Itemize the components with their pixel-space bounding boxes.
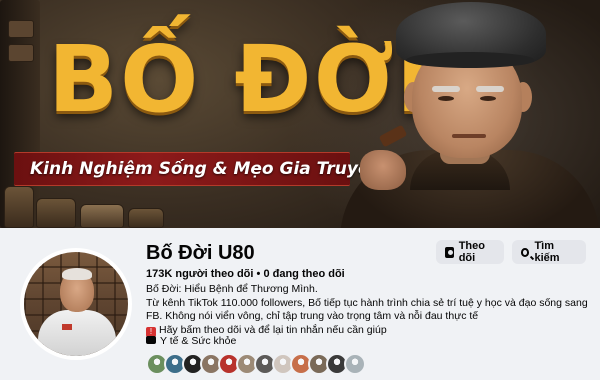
follow-button[interactable]: Theo dõi [436,240,504,264]
follow-button-label: Theo dõi [458,240,485,264]
bio-line: FB. Không nói viển vông, chỉ tập trung v… [146,310,479,322]
drawer-decoration [8,20,34,38]
old-man-portrait [340,0,600,228]
category-icon [146,336,156,344]
page-title: Bố Đời U80 [146,242,255,264]
profile-avatar[interactable] [20,248,132,360]
bio-line: Từ kênh TikTok 110.000 followers, Bố tiế… [146,296,588,309]
search-button[interactable]: Tìm kiếm [512,240,586,264]
follower-avatars [146,353,366,375]
page-category: Y tế & Sức khỏe [146,335,236,347]
search-icon [521,247,530,257]
drawer-decoration [8,44,34,62]
stats-separator: • [253,268,264,280]
following-count[interactable]: 0 đang theo dõi [263,268,344,280]
page-bio: Bố Đời: Hiểu Bệnh để Thương Mình. Từ kên… [146,283,596,337]
bio-line: Hãy bấm theo dõi và để lại tin nhắn nếu … [159,323,387,336]
bio-line: Bố Đời: Hiểu Bệnh để Thương Mình. [146,283,318,295]
follower-avatar[interactable] [344,353,366,375]
category-label[interactable]: Y tế & Sức khỏe [160,335,236,347]
follow-stats: 173K người theo dõi • 0 đang theo dõi [146,268,345,280]
follow-icon [445,246,454,258]
search-button-label: Tìm kiếm [534,240,560,264]
followers-count[interactable]: 173K người theo dõi [146,268,253,280]
cover-photo[interactable]: BỐ ĐỜI Kinh Nghiệm Sống & Mẹo Gia Truyền… [0,0,600,228]
